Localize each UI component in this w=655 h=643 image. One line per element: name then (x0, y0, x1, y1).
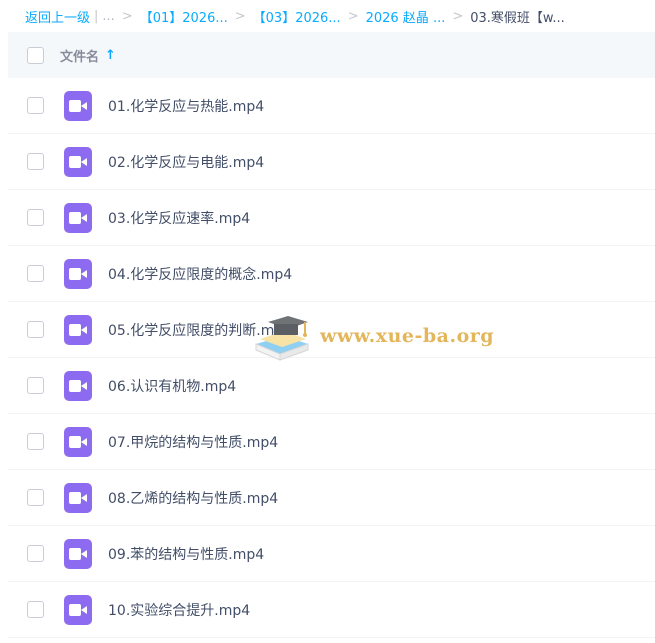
file-checkbox[interactable] (27, 153, 44, 170)
video-file-icon (64, 90, 92, 121)
file-name[interactable]: 03.化学反应速率.mp4 (108, 208, 250, 228)
file-name[interactable]: 01.化学反应与热能.mp4 (108, 96, 264, 116)
video-file-icon (64, 594, 92, 625)
video-file-icon (64, 258, 92, 289)
video-file-icon (64, 314, 92, 345)
breadcrumb-current: 03.寒假班【w... (470, 10, 565, 26)
back-link[interactable]: 返回上一级 (25, 7, 90, 26)
breadcrumb-divider: | (94, 8, 99, 24)
file-name[interactable]: 07.甲烷的结构与性质.mp4 (108, 432, 278, 452)
breadcrumb-separator: > (452, 8, 464, 24)
file-list-header: 文件名 ↑ (8, 32, 655, 78)
file-name[interactable]: 02.化学反应与电能.mp4 (108, 152, 264, 172)
file-row[interactable]: 09.苯的结构与性质.mp4 (8, 526, 655, 582)
video-file-icon (64, 538, 92, 569)
video-file-icon (64, 202, 92, 233)
file-checkbox[interactable] (27, 97, 44, 114)
file-row[interactable]: 07.甲烷的结构与性质.mp4 (8, 414, 655, 470)
file-row[interactable]: 05.化学反应限度的判断.mp4 (8, 302, 655, 358)
file-name[interactable]: 08.乙烯的结构与性质.mp4 (108, 488, 278, 508)
video-file-icon (64, 146, 92, 177)
breadcrumb-item-2[interactable]: 【03】2026... (253, 7, 341, 26)
file-row[interactable]: 02.化学反应与电能.mp4 (8, 134, 655, 190)
breadcrumb-item-3[interactable]: 2026 赵晶 ... (366, 7, 446, 26)
breadcrumb-item-1[interactable]: 【01】2026... (140, 7, 228, 26)
breadcrumb-separator: > (121, 8, 133, 24)
file-row[interactable]: 10.实验综合提升.mp4 (8, 582, 655, 638)
video-file-icon (64, 370, 92, 401)
file-row[interactable]: 01.化学反应与热能.mp4 (8, 78, 655, 134)
file-checkbox[interactable] (27, 601, 44, 618)
file-checkbox[interactable] (27, 265, 44, 282)
file-name[interactable]: 06.认识有机物.mp4 (108, 376, 236, 396)
file-name[interactable]: 09.苯的结构与性质.mp4 (108, 544, 264, 564)
select-all-checkbox[interactable] (27, 46, 44, 64)
file-checkbox[interactable] (27, 377, 44, 394)
breadcrumb-separator: > (234, 8, 246, 24)
breadcrumb: 返回上一级 | ... > 【01】2026... > 【03】2026... … (0, 0, 655, 32)
breadcrumb-separator: > (347, 8, 359, 24)
video-file-icon (64, 426, 92, 457)
file-checkbox[interactable] (27, 321, 44, 338)
file-name[interactable]: 04.化学反应限度的概念.mp4 (108, 264, 292, 284)
file-name[interactable]: 05.化学反应限度的判断.mp4 (108, 320, 292, 340)
file-checkbox[interactable] (27, 209, 44, 226)
file-name[interactable]: 10.实验综合提升.mp4 (108, 600, 250, 620)
breadcrumb-ellipsis[interactable]: ... (102, 9, 114, 24)
file-row[interactable]: 04.化学反应限度的概念.mp4 (8, 246, 655, 302)
file-checkbox[interactable] (27, 545, 44, 562)
file-row[interactable]: 06.认识有机物.mp4 (8, 358, 655, 414)
file-row[interactable]: 03.化学反应速率.mp4 (8, 190, 655, 246)
file-row[interactable]: 08.乙烯的结构与性质.mp4 (8, 470, 655, 526)
file-checkbox[interactable] (27, 489, 44, 506)
file-list: 01.化学反应与热能.mp4 02.化学反应与电能.mp4 03.化学反应速率.mp… (8, 78, 655, 638)
video-file-icon (64, 482, 92, 513)
file-checkbox[interactable] (27, 433, 44, 450)
column-header-filename[interactable]: 文件名 (60, 46, 99, 65)
sort-ascending-icon[interactable]: ↑ (105, 48, 116, 63)
